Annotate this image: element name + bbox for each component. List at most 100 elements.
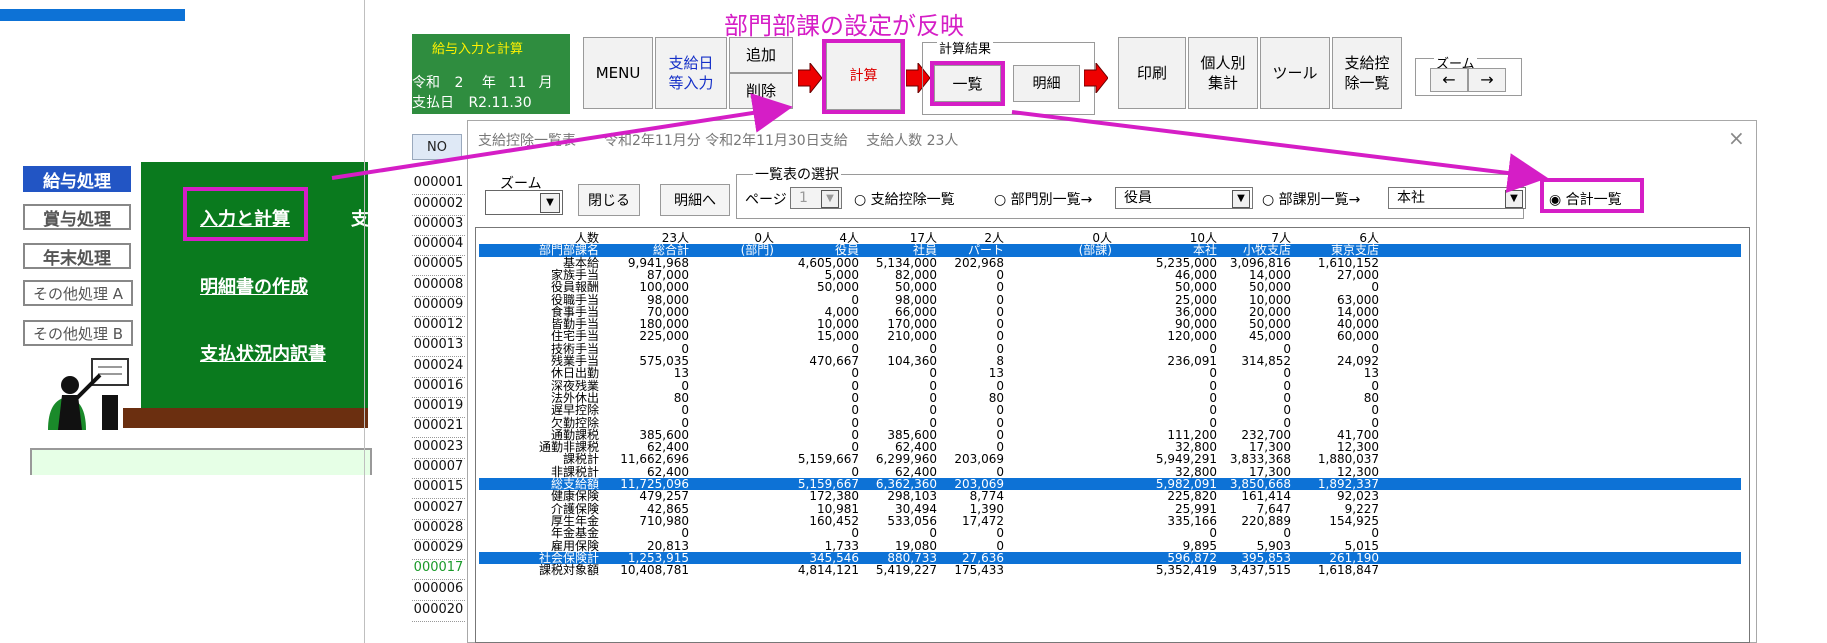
other-process-a-button[interactable]: その他処理 A	[23, 280, 133, 306]
zoom-in-button[interactable]: →	[1468, 68, 1506, 92]
table-cell: 20,000	[1249, 304, 1291, 319]
bonus-process-button[interactable]: 賞与処理	[23, 204, 131, 230]
table-cell: 46,000	[1175, 267, 1217, 282]
table-cell: 0	[1209, 378, 1217, 393]
no-cell-value: 000020	[413, 602, 464, 617]
page-label: ページ	[745, 192, 787, 208]
no-cell[interactable]: 000003	[412, 216, 465, 236]
chevron-down-icon[interactable]: ▼	[1505, 190, 1523, 208]
row-label: 役職手当	[550, 292, 599, 307]
chevron-down-icon[interactable]: ▼	[821, 190, 839, 208]
detail-button[interactable]: 明細	[1013, 65, 1080, 102]
no-cell[interactable]: 000017	[412, 560, 465, 580]
menu-button[interactable]: MENU	[583, 37, 653, 109]
radio-dept[interactable]: ○ 部門別一覧→	[994, 189, 1092, 209]
table-cell: 0	[996, 317, 1004, 332]
no-cell[interactable]: 000007	[412, 459, 465, 479]
month-unit: 月	[538, 75, 553, 91]
no-cell[interactable]: 000029	[412, 540, 465, 560]
yearend-process-button[interactable]: 年末処理	[23, 243, 131, 269]
table-cell: 小牧支店	[1242, 243, 1291, 258]
table-cell: 0	[1283, 403, 1291, 418]
table-cell: 62,400	[647, 440, 689, 455]
delete-button[interactable]: 削除	[729, 73, 793, 109]
no-cell[interactable]: 000024	[412, 358, 465, 378]
no-cell[interactable]: 000008	[412, 277, 465, 297]
no-cell[interactable]: 000005	[412, 256, 465, 276]
section-select[interactable]: 本社 ▼	[1388, 187, 1526, 209]
no-cell[interactable]: 000015	[412, 479, 465, 499]
no-cell[interactable]: 000012	[412, 317, 465, 337]
table-cell: 10,000	[817, 317, 859, 332]
no-cell[interactable]: 000019	[412, 398, 465, 418]
table-cell: 9,941,968	[627, 255, 689, 270]
row-label: 基本給	[562, 255, 599, 270]
no-cell[interactable]: 000001	[412, 175, 465, 195]
no-cell[interactable]: 000006	[412, 581, 465, 601]
table-cell: 0	[996, 378, 1004, 393]
no-cell[interactable]: 000009	[412, 297, 465, 317]
payday-input-button[interactable]: 支給日 等入力	[655, 37, 727, 109]
table-cell: 役員	[834, 243, 859, 258]
table-cell: 0	[681, 378, 689, 393]
to-detail-button[interactable]: 明細へ	[660, 184, 730, 216]
table-cell: 345,546	[809, 550, 859, 565]
table-cell: 3,096,816	[1229, 255, 1291, 270]
table-cell: 11,662,696	[620, 452, 689, 467]
zoom-out-button[interactable]: ←	[1430, 68, 1468, 92]
table-cell: 0	[851, 464, 859, 479]
no-cell[interactable]: 000002	[412, 196, 465, 216]
radio-section[interactable]: ○ 部課別一覧→	[1262, 189, 1360, 209]
table-row: 年金基金 0 0 0 0 0 0 0	[479, 527, 1741, 539]
row-label: 住宅手当	[550, 329, 599, 344]
no-cell[interactable]: 000027	[412, 500, 465, 520]
row-label: 課税対象額	[538, 563, 599, 578]
table-cell: 180,000	[639, 317, 689, 332]
pay-date: 支払日 R2.11.30	[412, 92, 532, 112]
row-label: 技術手当	[550, 341, 599, 356]
page-select[interactable]: 1 ▼	[790, 187, 842, 209]
table-cell: 0	[681, 415, 689, 430]
no-cell[interactable]: 000004	[412, 236, 465, 256]
print-button[interactable]: 印刷	[1118, 37, 1186, 109]
dept-select[interactable]: 役員 ▼	[1115, 187, 1253, 209]
no-cell[interactable]: 000020	[412, 602, 465, 622]
other-process-b-button[interactable]: その他処理 B	[23, 320, 133, 346]
table-cell: 7人	[1271, 231, 1291, 245]
table-cell: 7,647	[1256, 501, 1291, 516]
truncated-link[interactable]: 支	[351, 205, 369, 231]
add-button[interactable]: 追加	[729, 37, 793, 73]
salary-process-button[interactable]: 給与処理	[23, 166, 131, 192]
no-cell[interactable]: 000023	[412, 439, 465, 459]
no-cell[interactable]: 000013	[412, 337, 465, 357]
dialog-close-button[interactable]: 閉じる	[578, 184, 640, 216]
statement-create-link[interactable]: 明細書の作成	[200, 273, 308, 299]
total-list-highlight	[1540, 178, 1644, 213]
chevron-down-icon[interactable]: ▼	[1232, 190, 1250, 208]
payment-breakdown-link[interactable]: 支払状況内訳書	[200, 340, 326, 366]
table-cell: 1,390	[969, 501, 1004, 516]
table-cell: 5,949,291	[1155, 452, 1217, 467]
table-row: 役員報酬 100,000 50,000 50,000 0 50,000 50,000 0	[479, 281, 1741, 293]
year-unit: 年	[481, 75, 496, 91]
table-row: 休日出勤 13 0 0 13 0 0 13	[479, 367, 1741, 379]
tool-button[interactable]: ツール	[1260, 37, 1330, 109]
row-label: 欠勤控除	[550, 415, 599, 430]
no-cell[interactable]: 000028	[412, 520, 465, 540]
table-cell: 50,000	[1249, 317, 1291, 332]
close-icon[interactable]: ×	[1728, 126, 1745, 150]
dialog-zoom-select[interactable]: ▼	[485, 190, 563, 215]
personal-summary-button[interactable]: 個人別 集計	[1188, 37, 1258, 109]
teacher-illustration-icon	[48, 358, 129, 430]
radio-list[interactable]: ○ 支給控除一覧	[854, 189, 955, 209]
table-row: 役職手当 98,000 0 98,000 0 25,000 10,000 63,000	[479, 294, 1741, 306]
no-cell[interactable]: 000021	[412, 418, 465, 438]
no-cell-value: 000015	[413, 479, 464, 494]
table-cell: 0	[1371, 280, 1379, 295]
no-cell[interactable]: 000016	[412, 378, 465, 398]
chevron-down-icon[interactable]: ▼	[540, 193, 560, 213]
table-cell: 0	[996, 440, 1004, 455]
table-cell: 202,968	[954, 255, 1004, 270]
deduction-list-button[interactable]: 支給控 除一覧	[1332, 37, 1402, 109]
pane-divider	[364, 0, 365, 643]
